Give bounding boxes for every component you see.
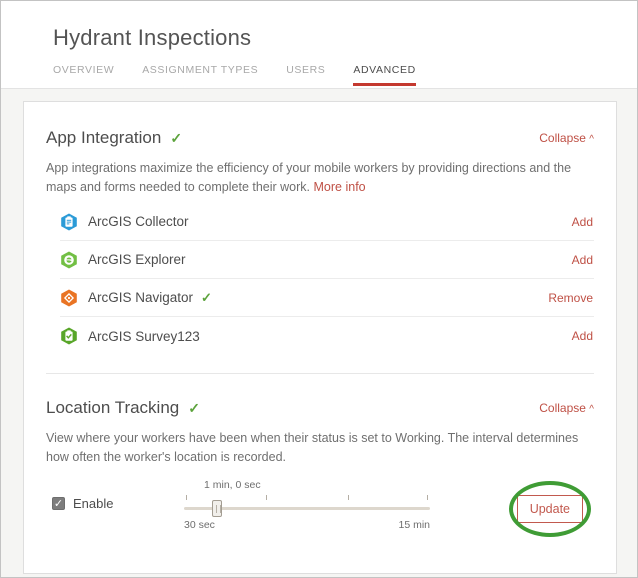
app-name: ArcGIS Collector xyxy=(88,214,189,229)
tab-bar: OVERVIEW ASSIGNMENT TYPES USERS ADVANCED xyxy=(53,64,637,86)
remove-navigator-link[interactable]: Remove xyxy=(548,291,594,305)
section-check-icon: ✓ xyxy=(170,130,182,147)
app-row-collector: ArcGIS Collector Add xyxy=(60,203,594,241)
tab-advanced[interactable]: ADVANCED xyxy=(353,64,415,86)
app-list: ArcGIS Collector Add ArcGIS Explorer Add xyxy=(60,203,594,355)
location-tracking-description: View where your workers have been when t… xyxy=(46,429,594,467)
enable-checkbox[interactable]: ✓ xyxy=(52,497,65,510)
tab-users[interactable]: USERS xyxy=(286,64,325,86)
location-tracking-title: Location Tracking xyxy=(46,398,179,418)
slider-tick xyxy=(348,495,349,500)
app-integration-title: App Integration xyxy=(46,128,161,148)
survey123-icon xyxy=(60,327,78,345)
section-check-icon: ✓ xyxy=(188,400,200,417)
app-name: ArcGIS Navigator xyxy=(88,290,193,305)
slider-tick xyxy=(266,495,267,500)
location-tracking-section: Location Tracking ✓ Collapse ^ View wher… xyxy=(46,398,594,539)
tab-overview[interactable]: OVERVIEW xyxy=(53,64,114,86)
more-info-link[interactable]: More info xyxy=(314,180,366,194)
app-row-explorer: ArcGIS Explorer Add xyxy=(60,241,594,279)
location-tracking-collapse-link[interactable]: Collapse ^ xyxy=(539,401,594,415)
chevron-up-icon: ^ xyxy=(589,404,594,415)
add-survey123-link[interactable]: Add xyxy=(572,329,594,343)
app-integration-section: App Integration ✓ Collapse ^ App integra… xyxy=(46,128,594,355)
slider-min-label: 30 sec xyxy=(184,519,215,531)
app-row-navigator: ArcGIS Navigator ✓ Remove xyxy=(60,279,594,317)
navigator-icon xyxy=(60,289,78,307)
collector-icon xyxy=(60,213,78,231)
tab-assignment-types[interactable]: ASSIGNMENT TYPES xyxy=(142,64,258,86)
add-explorer-link[interactable]: Add xyxy=(572,253,594,267)
app-name: ArcGIS Survey123 xyxy=(88,329,200,344)
workforce-configure-window: Hydrant Inspections OVERVIEW ASSIGNMENT … xyxy=(0,0,638,578)
slider-tick xyxy=(427,495,428,500)
project-header: Hydrant Inspections OVERVIEW ASSIGNMENT … xyxy=(1,1,637,89)
explorer-icon xyxy=(60,251,78,269)
row-check-icon: ✓ xyxy=(201,290,212,306)
advanced-settings-card: App Integration ✓ Collapse ^ App integra… xyxy=(23,101,617,574)
slider-tick xyxy=(186,495,187,500)
slider-max-label: 15 min xyxy=(398,519,430,531)
add-collector-link[interactable]: Add xyxy=(572,215,594,229)
app-name: ArcGIS Explorer xyxy=(88,252,186,267)
page-title: Hydrant Inspections xyxy=(53,25,637,51)
update-button[interactable]: Update xyxy=(517,495,583,523)
app-integration-collapse-link[interactable]: Collapse ^ xyxy=(539,131,594,145)
chevron-up-icon: ^ xyxy=(589,134,594,145)
update-button-area: Update xyxy=(517,495,583,523)
interval-slider: 1 min, 0 sec 30 sec 15 min xyxy=(184,479,430,535)
app-integration-description: App integrations maximize the efficiency… xyxy=(46,159,594,197)
slider-current-value: 1 min, 0 sec xyxy=(204,479,261,491)
enable-checkbox-group[interactable]: ✓ Enable xyxy=(52,496,113,511)
section-divider xyxy=(46,373,594,374)
app-row-survey123: ArcGIS Survey123 Add xyxy=(60,317,594,355)
tracking-controls: ✓ Enable 1 min, 0 sec 30 sec 15 min Upda… xyxy=(46,479,594,539)
enable-label: Enable xyxy=(73,496,113,511)
slider-handle[interactable] xyxy=(212,500,222,517)
